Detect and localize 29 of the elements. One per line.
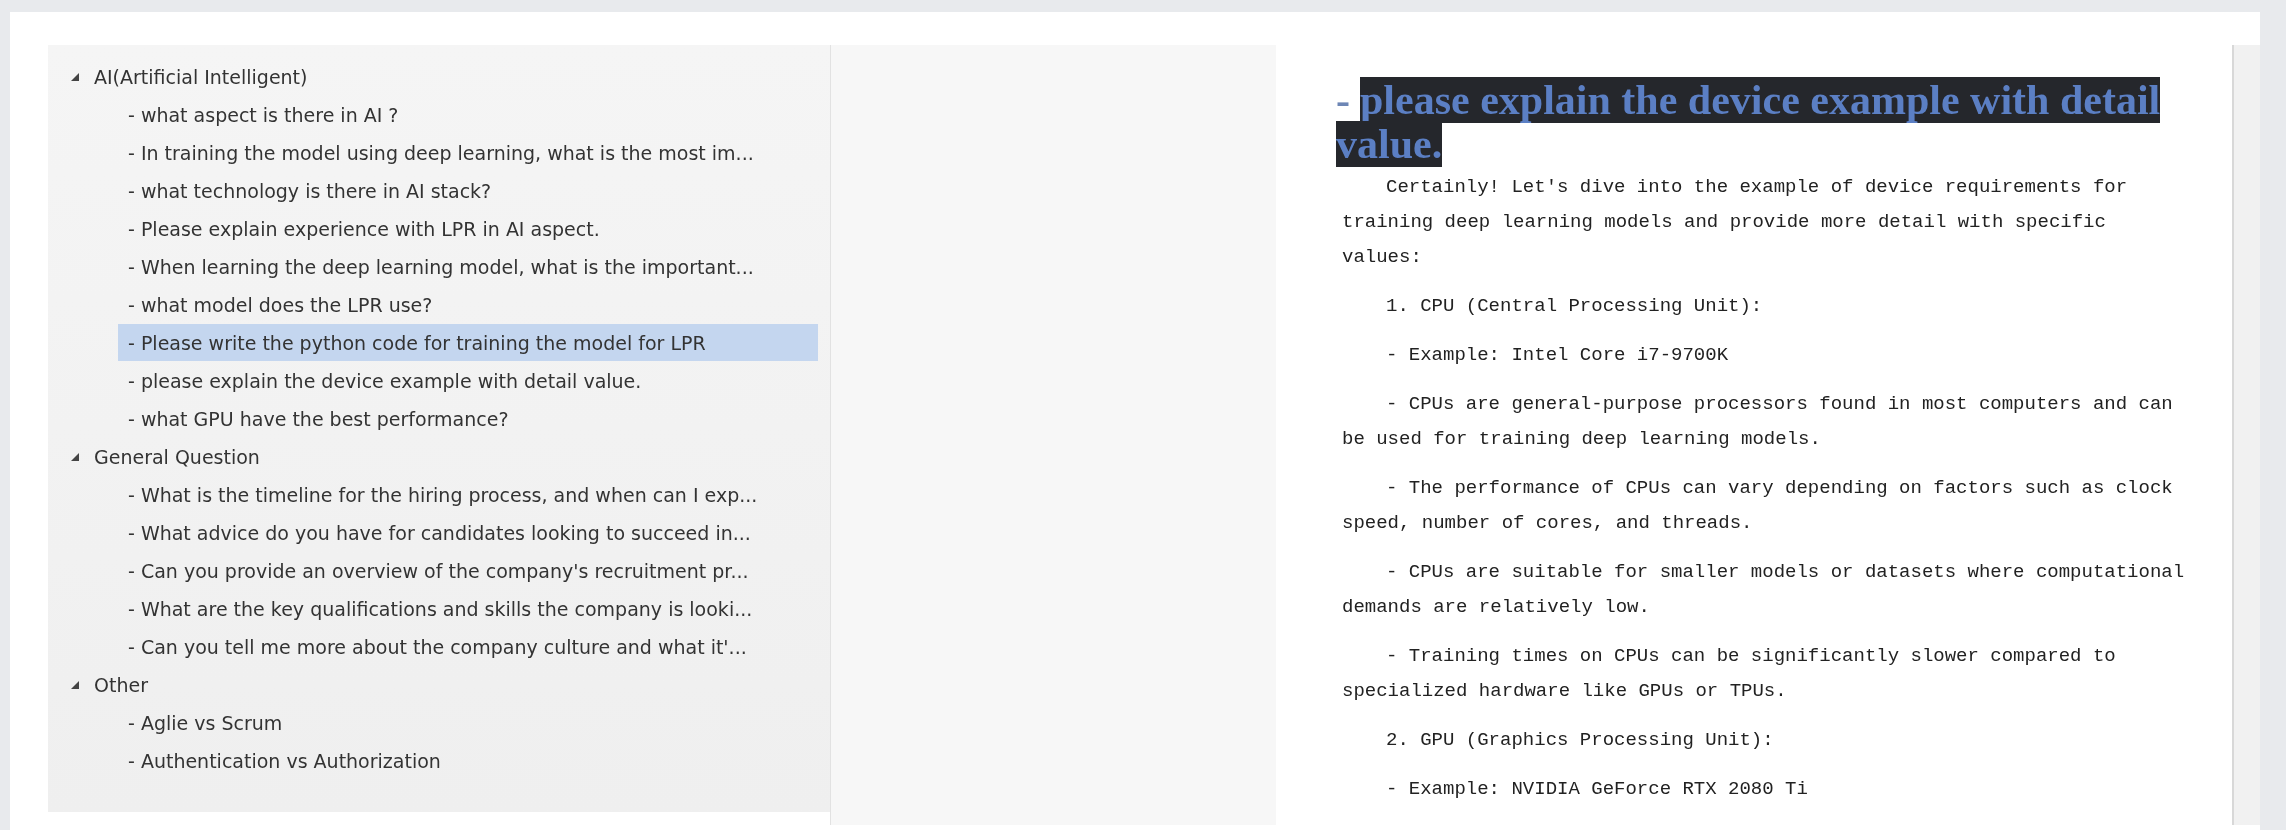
- tree-item[interactable]: - What are the key qualifications and skills the company is looki...: [118, 590, 818, 627]
- tree-item[interactable]: - In training the model using deep learning, what is the most im...: [118, 134, 818, 171]
- document-heading: - please explain the device example with detail value.: [1336, 78, 2162, 166]
- document-paragraph: Certainly! Let's dive into the example of device requirements for training deep learning models and provide more detail with specific values:: [1342, 175, 2129, 270]
- document-paragraph: - The performance of CPUs can vary depending on factors such as clock speed, number of cores, and threads.: [1342, 476, 2174, 536]
- document-paragraph: - Training times on CPUs can be significantly slower compared to specialized hardware like GPUs or TPUs.: [1342, 644, 2117, 704]
- tree-group-label[interactable]: General Question: [94, 446, 260, 468]
- tree-group-label[interactable]: Other: [94, 674, 148, 696]
- tree-item[interactable]: - What is the timeline for the hiring process, and when can I exp...: [118, 476, 818, 513]
- tree-group-label[interactable]: AI(Artificial Intelligent): [94, 66, 308, 88]
- document-paragraph: - Example: Intel Core i7-9700K: [1385, 343, 1730, 368]
- document-paragraph: - CPUs are suitable for smaller models or datasets where computational demands are relatively low.: [1342, 560, 2186, 620]
- tree-item[interactable]: - Can you provide an overview of the company's recruitment pr...: [118, 552, 818, 589]
- tree-item[interactable]: - Please explain experience with LPR in AI aspect.: [118, 210, 818, 247]
- tree-item[interactable]: - what GPU have the best performance?: [118, 400, 818, 437]
- tree-item[interactable]: - what technology is there in AI stack?: [118, 172, 818, 209]
- document-paragraph: 2. GPU (Graphics Processing Unit):: [1385, 728, 1775, 753]
- tree-item[interactable]: - When learning the deep learning model, what is the important...: [118, 248, 818, 285]
- tree-item[interactable]: - what aspect is there in AI ?: [118, 96, 818, 133]
- document-paragraph: 1. CPU (Central Processing Unit):: [1385, 294, 1764, 319]
- document-paragraph: - Example: NVIDIA GeForce RTX 2080 Ti: [1385, 777, 1809, 802]
- tree-item[interactable]: - Can you tell me more about the company culture and what it'...: [118, 628, 818, 665]
- tree-item[interactable]: - What advice do you have for candidates looking to succeed in...: [118, 514, 818, 551]
- tree-item[interactable]: - Authentication vs Authorization: [118, 742, 818, 779]
- document-paragraph: - CPUs are general-purpose processors found in most computers and can be used for training deep learning models.: [1342, 392, 2174, 452]
- tree-item[interactable]: - Please write the python code for training the model for LPR: [118, 324, 818, 361]
- tree-item[interactable]: - Aglie vs Scrum: [118, 704, 818, 741]
- tree-item[interactable]: - what model does the LPR use?: [118, 286, 818, 323]
- tree-item[interactable]: - please explain the device example with detail value.: [118, 362, 818, 399]
